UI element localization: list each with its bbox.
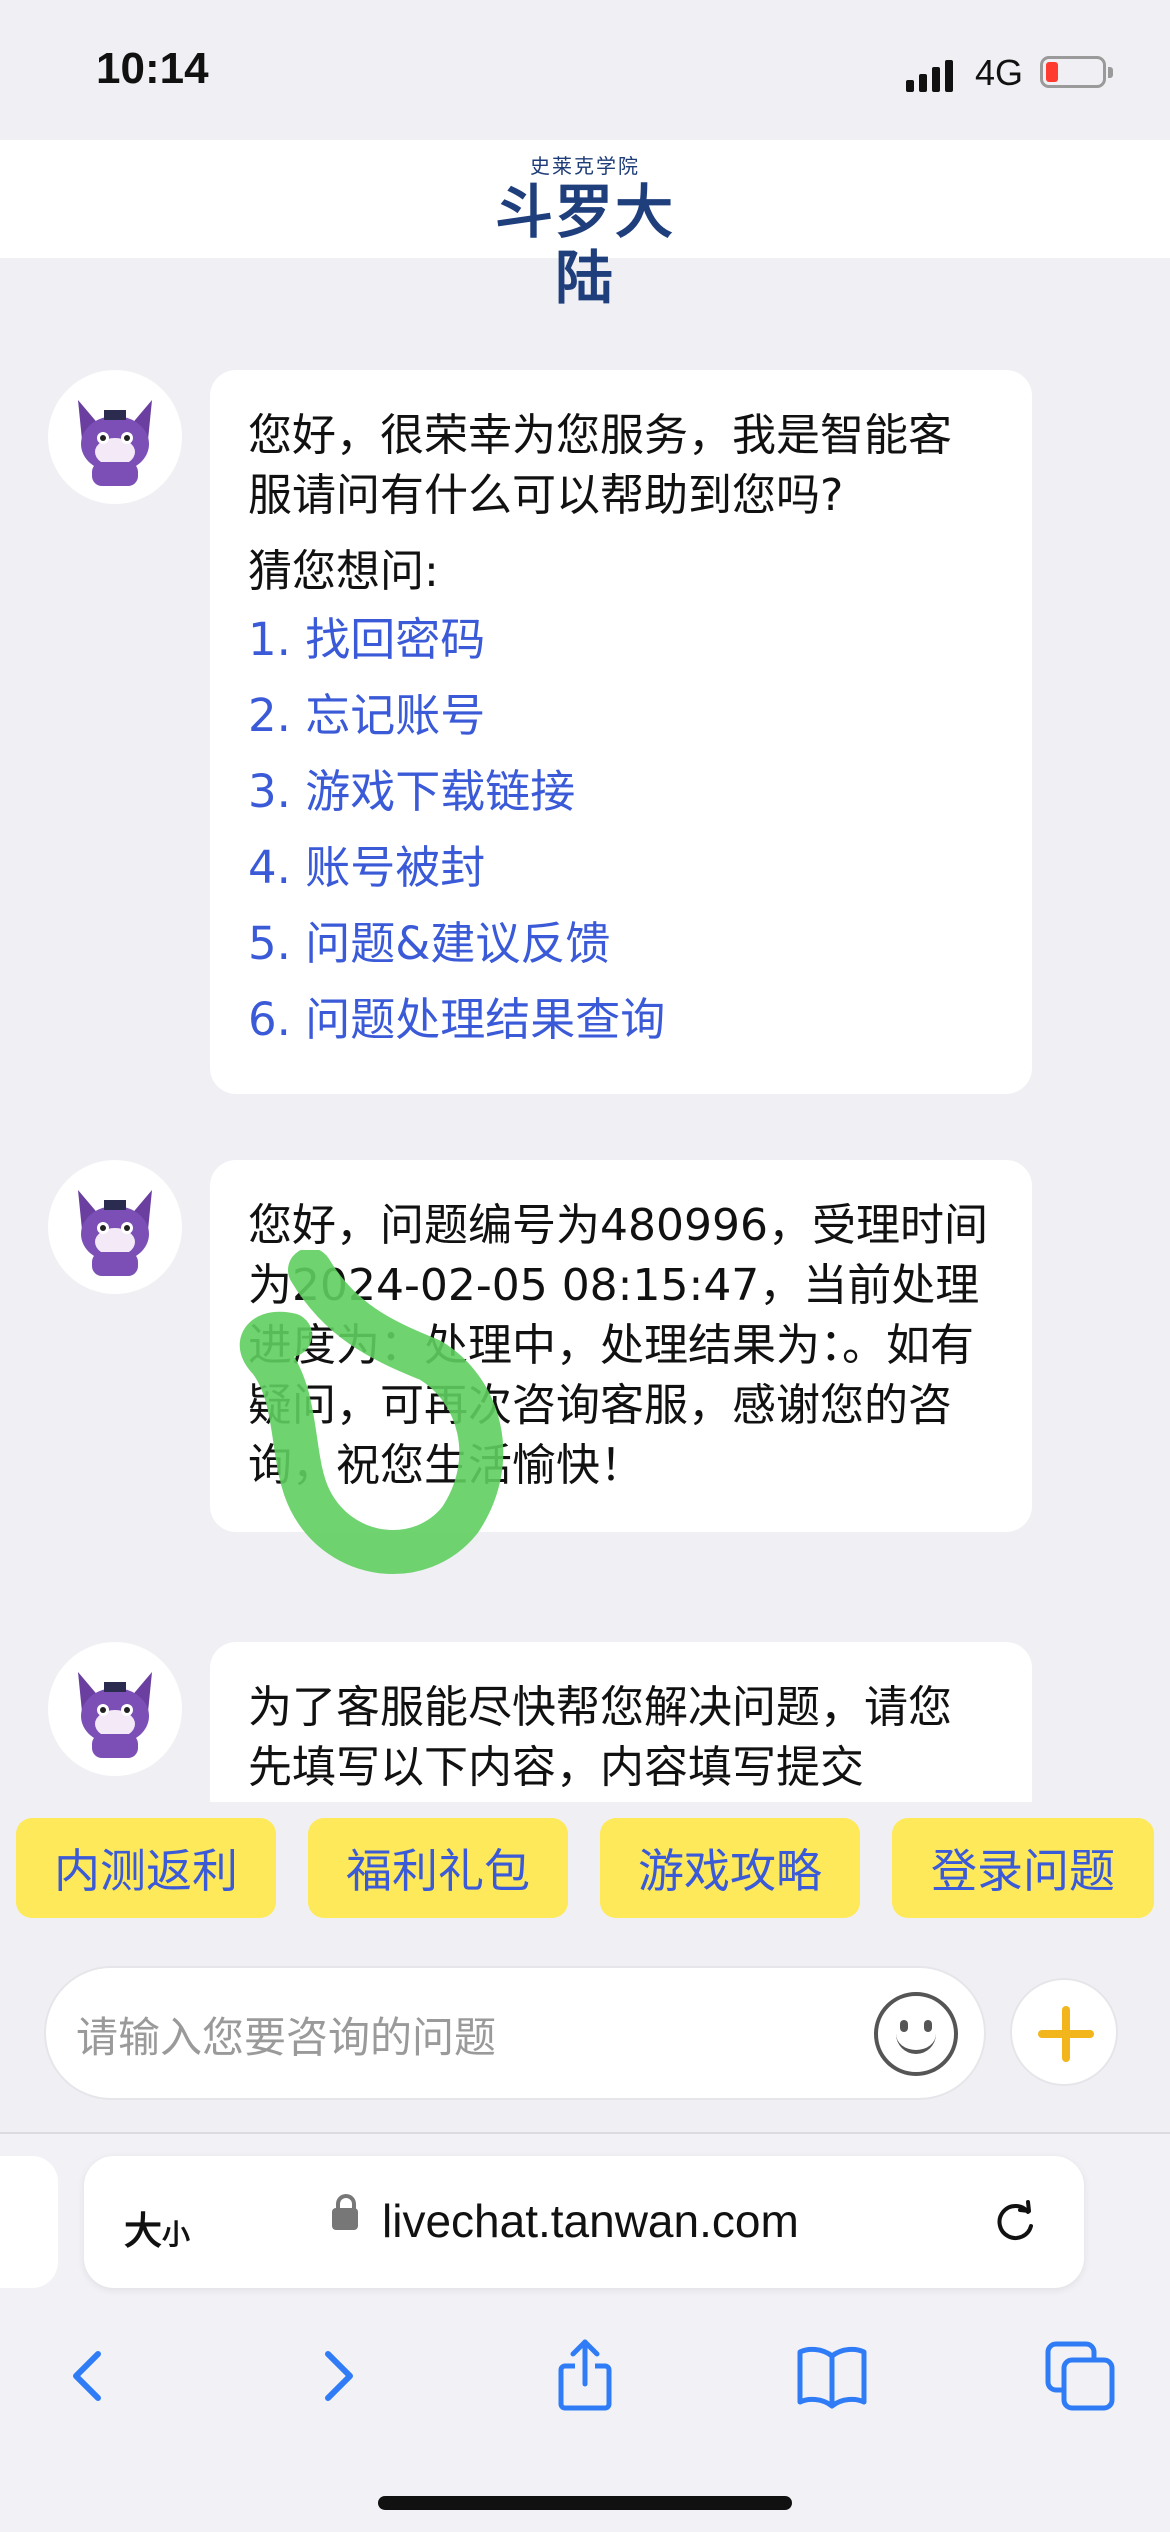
message-input[interactable]: 请输入您要咨询的问题 (44, 1966, 986, 2100)
quick-reply-gift-pack[interactable]: 福利礼包 (308, 1818, 568, 1918)
logo-subtitle: 史莱克学院 (530, 154, 640, 178)
url-text: livechat.tanwan.com (382, 2195, 799, 2247)
battery-icon (1040, 56, 1113, 88)
bot-avatar (48, 370, 182, 504)
option-find-password[interactable]: 1. 找回密码 (248, 602, 994, 678)
status-time: 10:14 (96, 44, 209, 93)
signal-icon (906, 58, 953, 92)
lock-icon (332, 2194, 358, 2230)
tabs-icon[interactable] (1040, 2336, 1120, 2416)
share-icon[interactable] (545, 2336, 625, 2416)
bot-avatar (48, 1160, 182, 1294)
network-type: 4G (975, 52, 1024, 93)
quick-reply-game-guide[interactable]: 游戏攻略 (600, 1818, 860, 1918)
forward-icon[interactable] (298, 2336, 378, 2416)
option-forgot-account[interactable]: 2. 忘记账号 (248, 678, 994, 754)
chat-area[interactable]: 您好，很荣幸为您服务，我是智能客服请问有什么可以帮助到您吗? 猜您想问: 1. … (0, 258, 1170, 1802)
address-bar[interactable]: 大小 livechat.tanwan.com (84, 2156, 1084, 2288)
chat-bubble: 您好，很荣幸为您服务，我是智能客服请问有什么可以帮助到您吗? 猜您想问: 1. … (210, 370, 1032, 1094)
browser-chrome: 大小 livechat.tanwan.com (0, 2134, 1170, 2532)
form-prompt-text: 为了客服能尽快帮您解决问题，请您先填写以下内容，内容填写提交 (248, 1682, 952, 1793)
header: 史莱克学院 斗罗大陆 (0, 140, 1170, 311)
quick-replies: 内测返利 福利礼包 游戏攻略 登录问题 (0, 1802, 1170, 1922)
game-logo: 史莱克学院 斗罗大陆 (468, 150, 702, 311)
option-account-banned[interactable]: 4. 账号被封 (248, 830, 994, 906)
back-icon[interactable] (48, 2336, 128, 2416)
quick-reply-beta-rebate[interactable]: 内测返利 (16, 1818, 276, 1918)
status-bar: 10:14 4G (0, 0, 1170, 140)
bookmarks-icon[interactable] (792, 2336, 872, 2416)
reload-icon[interactable] (990, 2196, 1040, 2246)
option-download-link[interactable]: 3. 游戏下载链接 (248, 754, 994, 830)
greeting-text: 您好，很荣幸为您服务，我是智能客服请问有什么可以帮助到您吗? (248, 410, 952, 521)
quick-reply-login-issue[interactable]: 登录问题 (892, 1818, 1154, 1918)
option-result-query[interactable]: 6. 问题处理结果查询 (248, 982, 994, 1058)
text-size-button[interactable]: 大小 (124, 2200, 190, 2255)
add-button[interactable] (1010, 1978, 1118, 2086)
option-feedback[interactable]: 5. 问题&建议反馈 (248, 906, 994, 982)
home-indicator[interactable] (378, 2496, 792, 2510)
emoji-icon[interactable] (874, 1992, 958, 2076)
green-annotation-scribble (239, 1250, 504, 1574)
bot-avatar (48, 1642, 182, 1776)
previous-tab[interactable] (0, 2156, 58, 2288)
chat-bubble: 为了客服能尽快帮您解决问题，请您先填写以下内容，内容填写提交 (210, 1642, 1032, 1802)
input-area: 请输入您要咨询的问题 (0, 1922, 1170, 2134)
input-placeholder: 请输入您要咨询的问题 (76, 2013, 497, 2062)
guess-label: 猜您想问: (248, 546, 439, 597)
browser-toolbar (0, 2320, 1170, 2440)
